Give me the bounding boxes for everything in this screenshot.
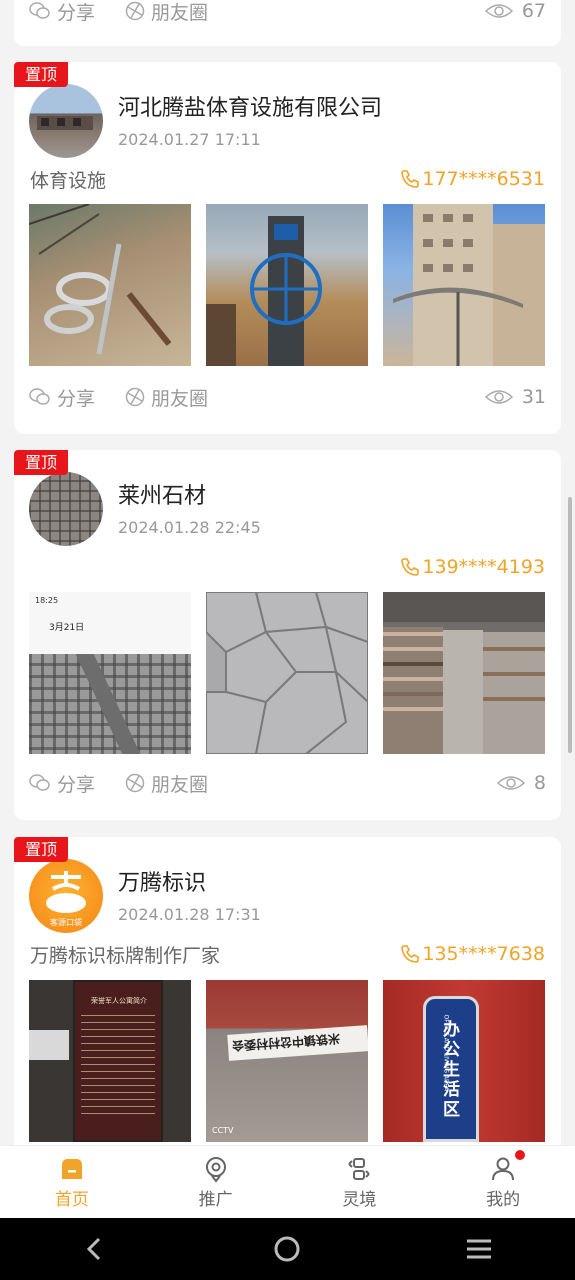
menu-icon[interactable] (464, 1234, 494, 1264)
post-card[interactable]: 置顶 莱州石材 2024.01.28 22:45 139****4193 18:… (14, 450, 561, 820)
company-name[interactable]: 莱州石材 (118, 478, 206, 510)
moments-icon (125, 1, 145, 21)
moments-button[interactable]: 朋友圈 (125, 770, 208, 797)
avatar[interactable]: 客源口袋 (29, 859, 103, 933)
photo-thumbnail[interactable] (206, 592, 368, 754)
home-circle-icon[interactable] (272, 1234, 302, 1264)
share-label: 分享 (57, 387, 96, 410)
view-count: 31 (484, 386, 546, 408)
moments-icon (125, 773, 145, 793)
phone-link[interactable]: 135****7638 (400, 943, 545, 965)
phone-icon (401, 170, 420, 188)
eye-icon (484, 4, 513, 18)
home-icon (61, 1158, 82, 1179)
moments-label: 朋友圈 (151, 1, 209, 24)
pinned-badge: 置顶 (14, 450, 68, 475)
bottom-nav: 首页 推广 灵境 我的 (0, 1145, 575, 1218)
phone-number: 139****4193 (422, 556, 545, 578)
share-label: 分享 (57, 1, 96, 24)
nav-item-realm[interactable]: 灵境 (288, 1146, 432, 1218)
eye-icon (496, 776, 526, 790)
phone-icon (401, 558, 420, 576)
photo-thumbnail[interactable] (29, 204, 191, 366)
eye-icon (484, 390, 513, 404)
photo-grid: 18:25 3月21日 (29, 592, 545, 754)
post-actions: 分享 朋友圈 67 (29, 0, 546, 24)
post-time: 2024.01.28 17:31 (118, 905, 261, 924)
nav-item-promote[interactable]: 推广 (144, 1146, 288, 1218)
phone-number: 177****6531 (422, 168, 545, 190)
share-button[interactable]: 分享 (29, 0, 95, 25)
nav-item-home[interactable]: 首页 (0, 1146, 144, 1218)
avatar[interactable] (29, 472, 103, 546)
phone-link[interactable]: 177****6531 (400, 168, 545, 190)
post-description: 万腾标识标牌制作厂家 (30, 945, 221, 967)
post-actions: 分享 朋友圈 31 (29, 384, 546, 410)
moments-icon (125, 387, 145, 407)
phone-link[interactable]: 139****4193 (400, 556, 545, 578)
company-name[interactable]: 万腾标识 (118, 865, 206, 897)
back-icon[interactable] (81, 1234, 111, 1264)
photo-thumbnail[interactable] (206, 204, 368, 366)
photo-thumbnail[interactable]: 办公生活区 OFFICE AND LIVING AREA (383, 980, 545, 1142)
photo-thumbnail[interactable] (383, 204, 545, 366)
moments-label: 朋友圈 (151, 387, 209, 410)
promote-icon (205, 1156, 226, 1183)
view-count: 67 (484, 0, 546, 22)
realm-icon (348, 1157, 371, 1180)
avatar[interactable] (29, 84, 103, 158)
photo-thumbnail[interactable]: 米铁镇中岔村村委会 CCTV (206, 980, 368, 1142)
post-time: 2024.01.28 22:45 (118, 518, 261, 537)
moments-button[interactable]: 朋友圈 (125, 0, 208, 25)
photo-thumbnail[interactable]: 18:25 3月21日 (29, 592, 191, 754)
post-time: 2024.01.27 17:11 (118, 130, 261, 149)
view-count: 8 (496, 772, 546, 794)
photo-grid (29, 204, 545, 366)
phone-number: 135****7638 (422, 943, 545, 965)
moments-button[interactable]: 朋友圈 (125, 384, 208, 411)
share-button[interactable]: 分享 (29, 770, 95, 797)
photo-thumbnail[interactable] (383, 592, 545, 754)
wechat-icon (29, 774, 50, 791)
pinned-badge: 置顶 (14, 62, 68, 87)
system-nav-bar (0, 1218, 575, 1280)
photo-grid: 荣誉军人公寓简介 米铁镇中岔村村委会 CCTV 办公生活区 OFFICE AND… (29, 980, 545, 1142)
photo-thumbnail[interactable]: 荣誉军人公寓简介 (29, 980, 191, 1142)
moments-label: 朋友圈 (151, 773, 209, 796)
post-description: 体育设施 (30, 170, 107, 192)
pinned-badge: 置顶 (14, 837, 68, 862)
post-actions: 分享 朋友圈 8 (29, 770, 546, 796)
nav-item-profile[interactable]: 我的 (431, 1146, 575, 1218)
wechat-icon (29, 388, 50, 405)
notification-dot (515, 1150, 526, 1160)
company-name[interactable]: 河北腾盐体育设施有限公司 (118, 90, 382, 122)
post-card[interactable]: 置顶 河北腾盐体育设施有限公司 2024.01.27 17:11 体育设施 17… (14, 62, 561, 434)
avatar-text: 客源口袋 (50, 918, 82, 927)
profile-icon (492, 1157, 515, 1180)
share-button[interactable]: 分享 (29, 384, 95, 411)
scrollbar[interactable] (568, 497, 572, 753)
post-card[interactable]: 置顶 客源口袋 万腾标识 2024.01.28 17:31 万腾标识标牌制作厂家… (14, 837, 561, 1157)
share-label: 分享 (57, 773, 96, 796)
post-card-partial: 分享 朋友圈 67 (14, 0, 561, 46)
phone-icon (401, 945, 420, 963)
wechat-icon (29, 2, 50, 19)
